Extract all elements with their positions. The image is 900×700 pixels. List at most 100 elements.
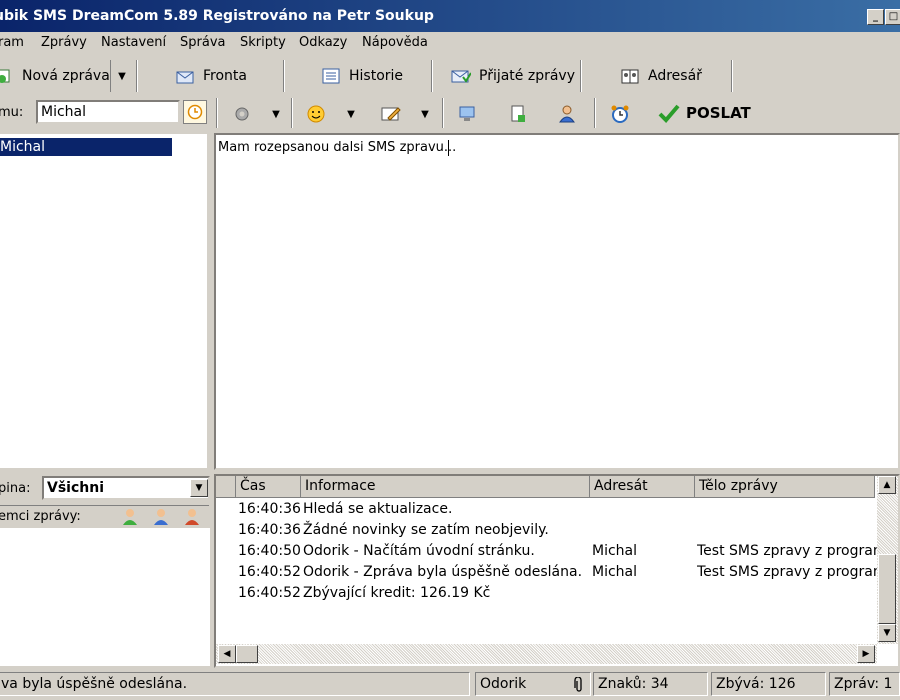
status-bar: va byla úspěšně odeslána. Odorik Znaků: … xyxy=(0,670,900,700)
group-value: Všichni xyxy=(47,480,104,496)
log-recipient: Michal xyxy=(592,564,638,580)
recipient-value: Michal xyxy=(41,104,87,120)
log-info: Odorik - Načítám úvodní stránku. xyxy=(303,543,535,559)
menu-help[interactable]: Nápověda xyxy=(362,35,428,50)
toolbar-separator xyxy=(580,60,582,92)
log-time: 16:40:52 xyxy=(238,564,301,580)
document-button[interactable] xyxy=(508,104,528,128)
emoticon-button[interactable] xyxy=(306,104,326,128)
history-label: Historie xyxy=(349,68,404,84)
history-button[interactable]: Historie xyxy=(321,60,403,92)
vertical-scrollbar[interactable]: ▲ ▼ xyxy=(877,476,898,644)
computer-button[interactable] xyxy=(457,104,477,128)
column-header-info[interactable]: Informace xyxy=(301,476,590,498)
chevron-down-icon[interactable]: ▼ xyxy=(190,479,208,497)
log-row[interactable]: 16:40:50 Odorik - Načítám úvodní stránku… xyxy=(216,543,878,564)
inbox-icon xyxy=(451,70,471,83)
alarm-clock-icon xyxy=(611,105,629,123)
log-body: Test SMS zpravy z programu xyxy=(697,564,877,580)
group-select[interactable]: Všichni ▼ xyxy=(42,476,210,500)
toolbar-separator xyxy=(291,98,293,128)
scrollbar-thumb[interactable] xyxy=(878,554,896,624)
log-row[interactable]: 16:40:52 Odorik - Zpráva byla úspěšně od… xyxy=(216,564,878,585)
remove-user-icon[interactable] xyxy=(182,507,202,527)
recipient-label: mu: xyxy=(0,105,24,120)
add-user-icon[interactable] xyxy=(120,507,140,527)
column-header-recipient[interactable]: Adresát xyxy=(590,476,695,498)
status-char-count: Znaků: 34 xyxy=(593,672,708,696)
log-row[interactable]: 16:40:52 Zbývající kredit: 126.19 Kč xyxy=(216,585,878,606)
status-gateway: Odorik xyxy=(475,672,591,696)
compose-toolbar: mu: Michal ▼ ▼ ▼ POSLAT xyxy=(0,96,900,132)
scroll-right-icon[interactable]: ▶ xyxy=(857,645,875,663)
contact-button[interactable] xyxy=(557,104,577,128)
contact-item-selected[interactable]: Michal xyxy=(0,138,172,156)
log-row[interactable]: 16:40:36 Žádné novinky se zatím neobjevi… xyxy=(216,522,878,543)
document-add-icon xyxy=(511,105,525,122)
gateway-name: Odorik xyxy=(480,676,527,692)
queue-button[interactable]: Fronta xyxy=(175,60,247,92)
chevron-down-icon[interactable]: ▼ xyxy=(269,105,283,123)
menu-links[interactable]: Odkazy xyxy=(299,35,347,50)
chevron-down-icon[interactable]: ▼ xyxy=(418,105,432,123)
log-table[interactable]: Čas Informace Adresát Tělo zprávy 16:40:… xyxy=(214,474,900,668)
scrollbar-thumb[interactable] xyxy=(236,645,258,663)
gear-icon xyxy=(235,107,249,121)
log-time: 16:40:36 xyxy=(238,522,301,538)
new-message-label: Nová zpráva xyxy=(22,68,110,84)
minimize-button[interactable]: _ xyxy=(867,9,884,25)
column-header-body[interactable]: Tělo zprávy xyxy=(695,476,875,498)
addressbook-label: Adresář xyxy=(648,68,702,84)
queue-label: Fronta xyxy=(203,68,247,84)
toolbar-separator xyxy=(731,60,733,92)
log-info: Žádné novinky se zatím neobjevily. xyxy=(303,522,549,538)
message-recipients-list[interactable] xyxy=(0,528,210,666)
pencil-note-icon xyxy=(381,107,401,121)
log-time: 16:40:36 xyxy=(238,501,301,517)
send-label: POSLAT xyxy=(686,104,751,122)
menu-program[interactable]: ram xyxy=(0,35,24,50)
addressbook-icon xyxy=(621,69,639,84)
horizontal-scrollbar[interactable]: ◀ ▶ xyxy=(216,644,877,664)
received-messages-button[interactable]: Přijaté zprávy xyxy=(451,60,575,92)
menu-admin[interactable]: Správa xyxy=(180,35,225,50)
log-time: 16:40:52 xyxy=(238,585,301,601)
toolbar-separator xyxy=(216,98,218,128)
message-editor[interactable]: Mam rozepsanou dalsi SMS zpravu... xyxy=(214,133,900,470)
template-button[interactable] xyxy=(380,104,402,128)
new-message-icon xyxy=(0,69,10,83)
addressbook-button[interactable]: Adresář xyxy=(620,60,702,92)
schedule-button[interactable] xyxy=(183,100,207,124)
toolbar-separator xyxy=(136,60,138,92)
user-icon[interactable] xyxy=(151,507,171,527)
log-info: Hledá se aktualizace. xyxy=(303,501,453,517)
smiley-icon xyxy=(307,105,325,123)
menu-bar: ram Zprávy Nastavení Správa Skripty Odka… xyxy=(0,32,900,56)
scroll-left-icon[interactable]: ◀ xyxy=(218,645,236,663)
scroll-down-icon[interactable]: ▼ xyxy=(878,624,896,642)
menu-scripts[interactable]: Skripty xyxy=(240,35,286,50)
menu-messages[interactable]: Zprávy xyxy=(41,35,87,50)
status-remaining: Zbývá: 126 xyxy=(711,672,826,696)
new-message-button[interactable]: Nová zpráva xyxy=(0,60,110,92)
recipient-input[interactable]: Michal xyxy=(36,100,180,124)
send-button[interactable]: POSLAT xyxy=(658,103,751,123)
column-header-blank xyxy=(216,476,236,498)
menu-settings[interactable]: Nastavení xyxy=(101,35,166,50)
contact-list[interactable]: Michal xyxy=(0,134,207,468)
title-bar[interactable]: ubik SMS DreamCom 5.89 Registrováno na P… xyxy=(0,0,900,32)
maximize-button[interactable]: □ xyxy=(885,9,900,25)
column-header-time[interactable]: Čas xyxy=(236,476,301,498)
log-info: Zbývající kredit: 126.19 Kč xyxy=(303,585,491,601)
toolbar-separator xyxy=(283,60,285,92)
main-toolbar: Nová zpráva ▼ Fronta Historie Přijaté zp… xyxy=(0,58,900,96)
new-message-dropdown[interactable]: ▼ xyxy=(110,60,133,92)
alarm-button[interactable] xyxy=(609,103,631,129)
settings-button[interactable] xyxy=(232,104,252,128)
message-text: Mam rozepsanou dalsi SMS zpravu... xyxy=(218,140,457,155)
log-row[interactable]: 16:40:36 Hledá se aktualizace. xyxy=(216,501,878,522)
scroll-up-icon[interactable]: ▲ xyxy=(878,476,896,494)
log-time: 16:40:50 xyxy=(238,543,301,559)
checkmark-icon xyxy=(658,104,680,123)
chevron-down-icon[interactable]: ▼ xyxy=(344,105,358,123)
